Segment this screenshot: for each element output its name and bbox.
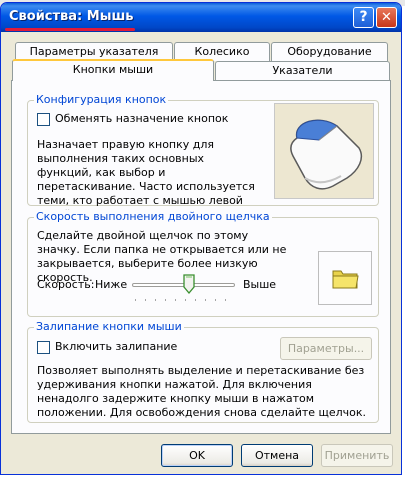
button-config-group: Конфигурация кнопок Обменять назначение … bbox=[27, 93, 379, 221]
window-title: Свойства: Мышь bbox=[9, 9, 134, 24]
click-lock-label[interactable]: Включить залипание bbox=[55, 340, 177, 353]
button-config-title: Конфигурация кнопок bbox=[34, 93, 169, 106]
slider-tick bbox=[225, 299, 226, 301]
mouse-properties-dialog: Свойства: Мышь ? ✕ Параметры указателя К… bbox=[0, 2, 402, 475]
slider-tick bbox=[165, 299, 166, 301]
double-click-title: Скорость выполнения двойного щелчка bbox=[34, 210, 272, 223]
mouse-icon bbox=[290, 119, 363, 190]
slider-tick bbox=[195, 299, 196, 301]
tab-pointers[interactable]: Указатели bbox=[215, 61, 390, 80]
slider-tick bbox=[145, 299, 146, 301]
speed-low-label: Ниже bbox=[95, 278, 128, 291]
click-lock-description: Позволяет выполнять выделение и перетаск… bbox=[37, 364, 367, 419]
slider-tick bbox=[175, 299, 176, 301]
swap-buttons-checkbox[interactable] bbox=[37, 113, 50, 126]
slider-tick bbox=[155, 299, 156, 301]
speed-high-label: Выше bbox=[243, 278, 277, 291]
slider-tick bbox=[205, 299, 206, 301]
double-click-description: Сделайте двойной щелчок по этому значку.… bbox=[37, 229, 287, 284]
slider-tick bbox=[185, 299, 186, 301]
close-button[interactable]: ✕ bbox=[376, 7, 397, 28]
cancel-button[interactable]: Отмена bbox=[241, 444, 313, 467]
folder-icon[interactable] bbox=[318, 251, 372, 305]
ok-button[interactable]: OK bbox=[161, 444, 233, 467]
click-lock-title: Залипание кнопки мыши bbox=[34, 320, 184, 333]
mouse-image bbox=[274, 103, 374, 199]
title-annotation-underline bbox=[5, 28, 135, 31]
tab-hardware[interactable]: Оборудование bbox=[271, 42, 388, 61]
apply-button[interactable]: Применить bbox=[321, 444, 393, 467]
tab-buttons[interactable]: Кнопки мыши bbox=[12, 59, 214, 81]
double-click-group: Скорость выполнения двойного щелчка Сдел… bbox=[27, 210, 379, 317]
slider-tick bbox=[135, 299, 136, 301]
click-lock-checkbox[interactable] bbox=[37, 341, 50, 354]
slider-tick bbox=[215, 299, 216, 301]
click-lock-group: Залипание кнопки мыши Включить залипание… bbox=[27, 320, 379, 423]
tab-panel: Конфигурация кнопок Обменять назначение … bbox=[11, 80, 391, 434]
click-lock-settings-button[interactable]: Параметры... bbox=[280, 337, 372, 360]
help-button[interactable]: ? bbox=[353, 7, 374, 28]
double-click-test-area[interactable] bbox=[318, 251, 372, 305]
swap-buttons-label[interactable]: Обменять назначение кнопок bbox=[55, 112, 228, 125]
speed-label: Скорость: bbox=[37, 278, 95, 291]
title-bar[interactable]: Свойства: Мышь ? ✕ bbox=[1, 3, 401, 32]
speed-slider-thumb[interactable] bbox=[183, 274, 195, 295]
